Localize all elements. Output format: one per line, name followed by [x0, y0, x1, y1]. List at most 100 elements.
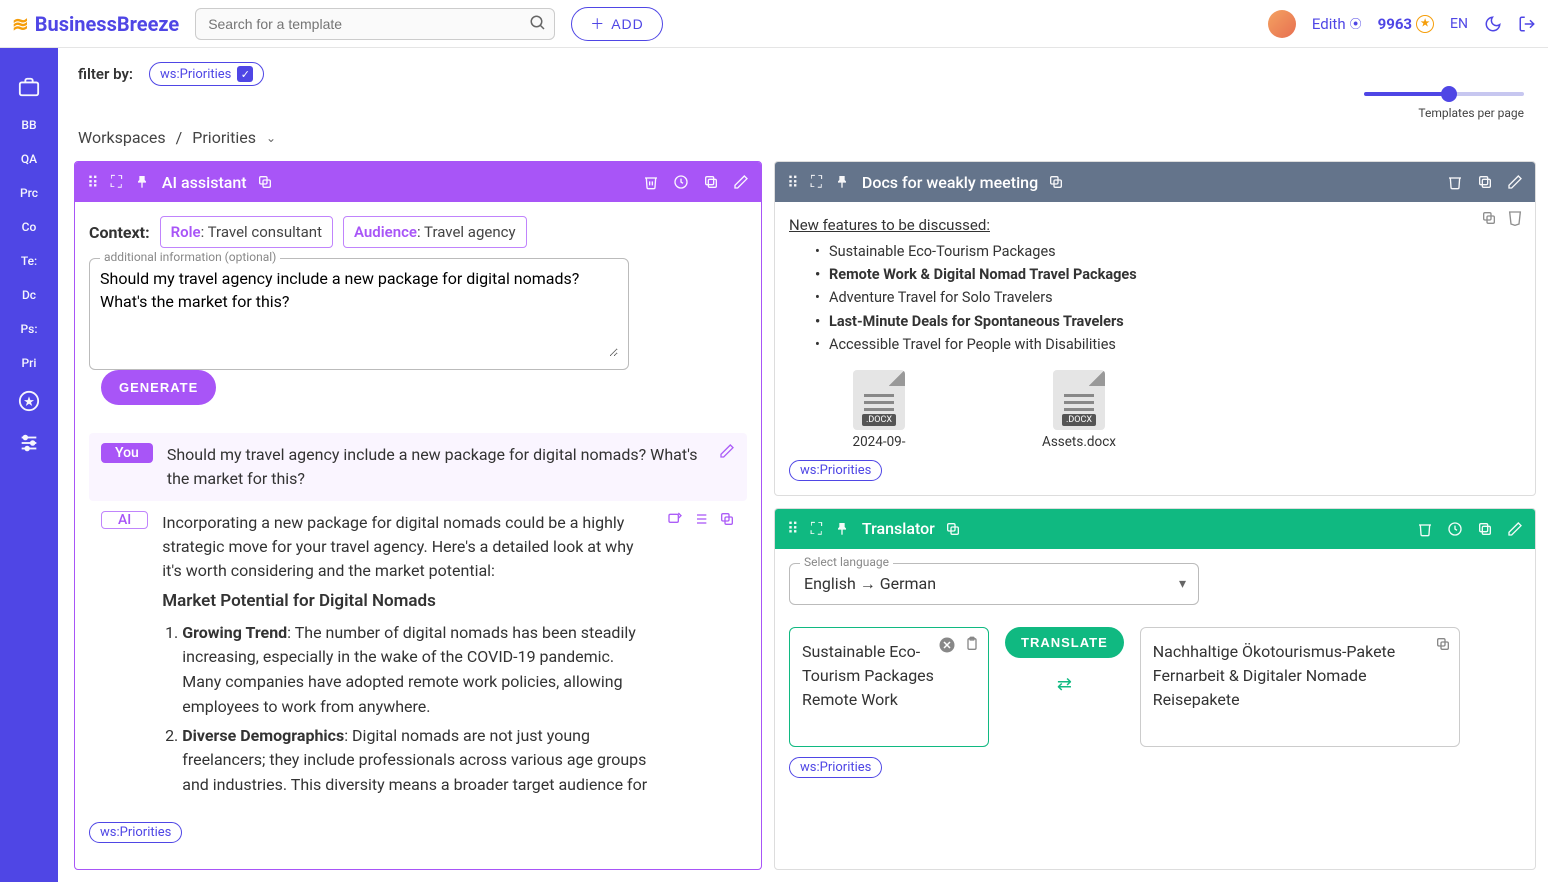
list-item: Accessible Travel for People with Disabi… — [829, 333, 1521, 356]
chevron-down-icon[interactable]: ⌄ — [266, 131, 276, 145]
sidebar-item-ps[interactable]: Ps: — [21, 322, 38, 336]
pin-icon[interactable] — [834, 174, 850, 190]
card-title: Translator — [862, 519, 935, 538]
logo-icon: ≋ — [12, 12, 29, 36]
expand-icon[interactable]: ⛶ — [111, 172, 122, 192]
chevron-down-icon: ▾ — [1179, 576, 1186, 592]
duplicate-icon[interactable] — [703, 174, 719, 190]
docx-icon: .DOCX — [853, 370, 905, 430]
generate-button[interactable]: GENERATE — [101, 370, 216, 405]
list-item: Adventure Travel for Solo Travelers — [829, 286, 1521, 309]
sidebar: BB QA Prc Co Te: Dc Ps: Pri — [0, 48, 58, 882]
list-item: Sustainable Eco-Tourism Packages — [829, 240, 1521, 263]
docs-heading: New features to be discussed: — [789, 216, 1521, 234]
file-item[interactable]: .DOCX 2024-09- — [829, 370, 929, 450]
trash-icon[interactable] — [1417, 521, 1433, 537]
sidebar-item-prc[interactable]: Prc — [20, 186, 38, 200]
docs-card: ⠿ ⛶ Docs for weakly meeting — [774, 161, 1536, 496]
annotate-icon[interactable] — [667, 511, 683, 527]
grip-icon[interactable]: ⠿ — [787, 173, 799, 192]
trash-icon[interactable] — [643, 174, 659, 190]
briefcase-icon[interactable] — [18, 76, 40, 98]
add-button[interactable]: ＋ ADD — [571, 7, 663, 41]
list-icon[interactable] — [693, 511, 709, 527]
sidebar-item-te[interactable]: Te: — [21, 254, 37, 268]
sidebar-item-pri[interactable]: Pri — [22, 356, 37, 370]
pin-icon[interactable] — [834, 521, 850, 537]
clear-icon[interactable] — [938, 636, 956, 654]
logo[interactable]: ≋ BusinessBreeze — [12, 12, 179, 36]
sliders-icon[interactable] — [18, 432, 40, 454]
sidebar-item-co[interactable]: Co — [22, 220, 37, 234]
sidebar-item-dc[interactable]: Dc — [22, 288, 36, 302]
expand-icon[interactable]: ⛶ — [811, 172, 822, 192]
filter-chip[interactable]: ws:Priorities ✓ — [149, 62, 264, 86]
language-select[interactable]: Select language English → German ▾ — [789, 563, 1199, 605]
history-icon[interactable] — [673, 174, 689, 190]
templates-slider[interactable] — [1364, 92, 1524, 96]
search-input[interactable] — [195, 8, 555, 40]
context-textarea[interactable]: Should my travel agency include a new pa… — [100, 267, 618, 357]
copy-icon[interactable] — [1048, 174, 1064, 190]
points[interactable]: 9963 ★ — [1378, 15, 1434, 33]
user-message: You Should my travel agency include a ne… — [89, 433, 747, 501]
ai-badge: AI — [101, 511, 148, 529]
logout-icon[interactable] — [1518, 15, 1536, 33]
breadcrumb-priorities[interactable]: Priorities — [192, 128, 256, 147]
list-item: Remote Work & Digital Nomad Travel Packa… — [829, 263, 1521, 286]
html-icon[interactable] — [1507, 210, 1523, 226]
source-text[interactable]: Sustainable Eco-Tourism Packages Remote … — [789, 627, 989, 747]
edit-icon[interactable] — [733, 174, 749, 190]
user-message-text: Should my travel agency include a new pa… — [167, 443, 705, 491]
copy-content-icon[interactable] — [1481, 210, 1497, 226]
edit-icon[interactable] — [1507, 521, 1523, 537]
audience-chip[interactable]: Audience: Travel agency — [343, 216, 527, 248]
filter-label: filter by: — [78, 65, 133, 83]
ai-message-text: Incorporating a new package for digital … — [162, 511, 653, 802]
copy-icon[interactable] — [257, 174, 273, 190]
translate-button[interactable]: TRANSLATE — [1005, 627, 1124, 658]
card-title: AI assistant — [162, 173, 247, 192]
search-icon[interactable] — [529, 14, 547, 32]
duplicate-icon[interactable] — [1477, 521, 1493, 537]
verified-icon: ⦿ — [1350, 15, 1362, 32]
plus-icon: ＋ — [590, 14, 605, 34]
slider-thumb[interactable] — [1441, 86, 1457, 102]
checkbox-icon: ✓ — [237, 66, 253, 82]
history-icon[interactable] — [1447, 521, 1463, 537]
edit-message-icon[interactable] — [719, 443, 735, 459]
edit-icon[interactable] — [1507, 174, 1523, 190]
grip-icon[interactable]: ⠿ — [787, 519, 799, 538]
star-circle-icon[interactable] — [18, 390, 40, 412]
list-item: Last-Minute Deals for Spontaneous Travel… — [829, 310, 1521, 333]
grip-icon[interactable]: ⠿ — [87, 173, 99, 192]
copy-response-icon[interactable] — [719, 511, 735, 527]
trash-icon[interactable] — [1447, 174, 1463, 190]
expand-icon[interactable]: ⛶ — [811, 519, 822, 539]
copy-icon[interactable] — [945, 521, 961, 537]
duplicate-icon[interactable] — [1477, 174, 1493, 190]
copy-output-icon[interactable] — [1435, 636, 1451, 652]
breadcrumb-workspaces[interactable]: Workspaces — [78, 128, 166, 147]
pin-icon[interactable] — [134, 174, 150, 190]
swap-icon[interactable]: ⇄ — [1057, 674, 1072, 695]
user-name[interactable]: Edith ⦿ — [1312, 15, 1362, 33]
role-chip[interactable]: Role: Travel consultant — [160, 216, 333, 248]
file-item[interactable]: .DOCX Assets.docx — [1029, 370, 1129, 450]
sidebar-item-qa[interactable]: QA — [21, 152, 37, 166]
sidebar-item-bb[interactable]: BB — [21, 118, 36, 132]
target-text: Nachhaltige Ökotourismus-Pakete Fernarbe… — [1140, 627, 1460, 747]
paste-icon[interactable] — [964, 636, 980, 654]
language-selector[interactable]: EN — [1450, 16, 1468, 32]
workspace-tag[interactable]: ws:Priorities — [789, 757, 882, 778]
workspace-tag[interactable]: ws:Priorities — [789, 460, 882, 481]
ai-assistant-card: ⠿ ⛶ AI assistant — [74, 161, 762, 870]
workspace-tag[interactable]: ws:Priorities — [89, 822, 182, 843]
search-wrap — [195, 8, 555, 40]
moon-icon[interactable] — [1484, 15, 1502, 33]
card-title: Docs for weakly meeting — [862, 173, 1038, 192]
avatar[interactable] — [1268, 10, 1296, 38]
docx-icon: .DOCX — [1053, 370, 1105, 430]
textarea-legend: additional information (optional) — [100, 250, 280, 264]
breadcrumb: Workspaces / Priorities ⌄ — [58, 120, 1548, 161]
